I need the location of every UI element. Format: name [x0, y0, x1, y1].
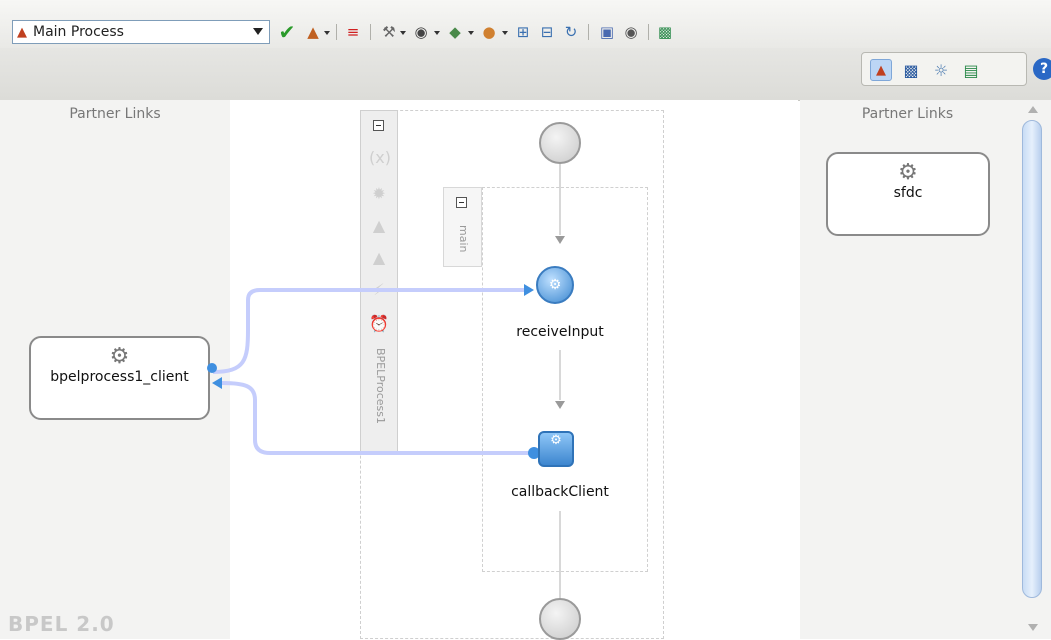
- flow-arrow: [555, 236, 565, 244]
- bpel-version-label: BPEL 2.0: [8, 612, 115, 636]
- callback-wire: [221, 381, 532, 455]
- wire-endpoint: [207, 363, 217, 373]
- wire-arrow: [524, 284, 534, 296]
- receive-activity-icon[interactable]: ⚙: [536, 266, 574, 304]
- start-node[interactable]: [539, 122, 581, 164]
- receive-wire: [212, 288, 524, 374]
- end-node[interactable]: [539, 598, 581, 640]
- flow-arrow: [555, 401, 565, 409]
- wire-arrow: [212, 377, 222, 389]
- invoke-activity-label[interactable]: callbackClient: [490, 484, 630, 500]
- invoke-activity-icon[interactable]: ⚙: [538, 431, 574, 467]
- connection-layer: [207, 164, 565, 598]
- receive-activity-label[interactable]: receiveInput: [490, 324, 630, 340]
